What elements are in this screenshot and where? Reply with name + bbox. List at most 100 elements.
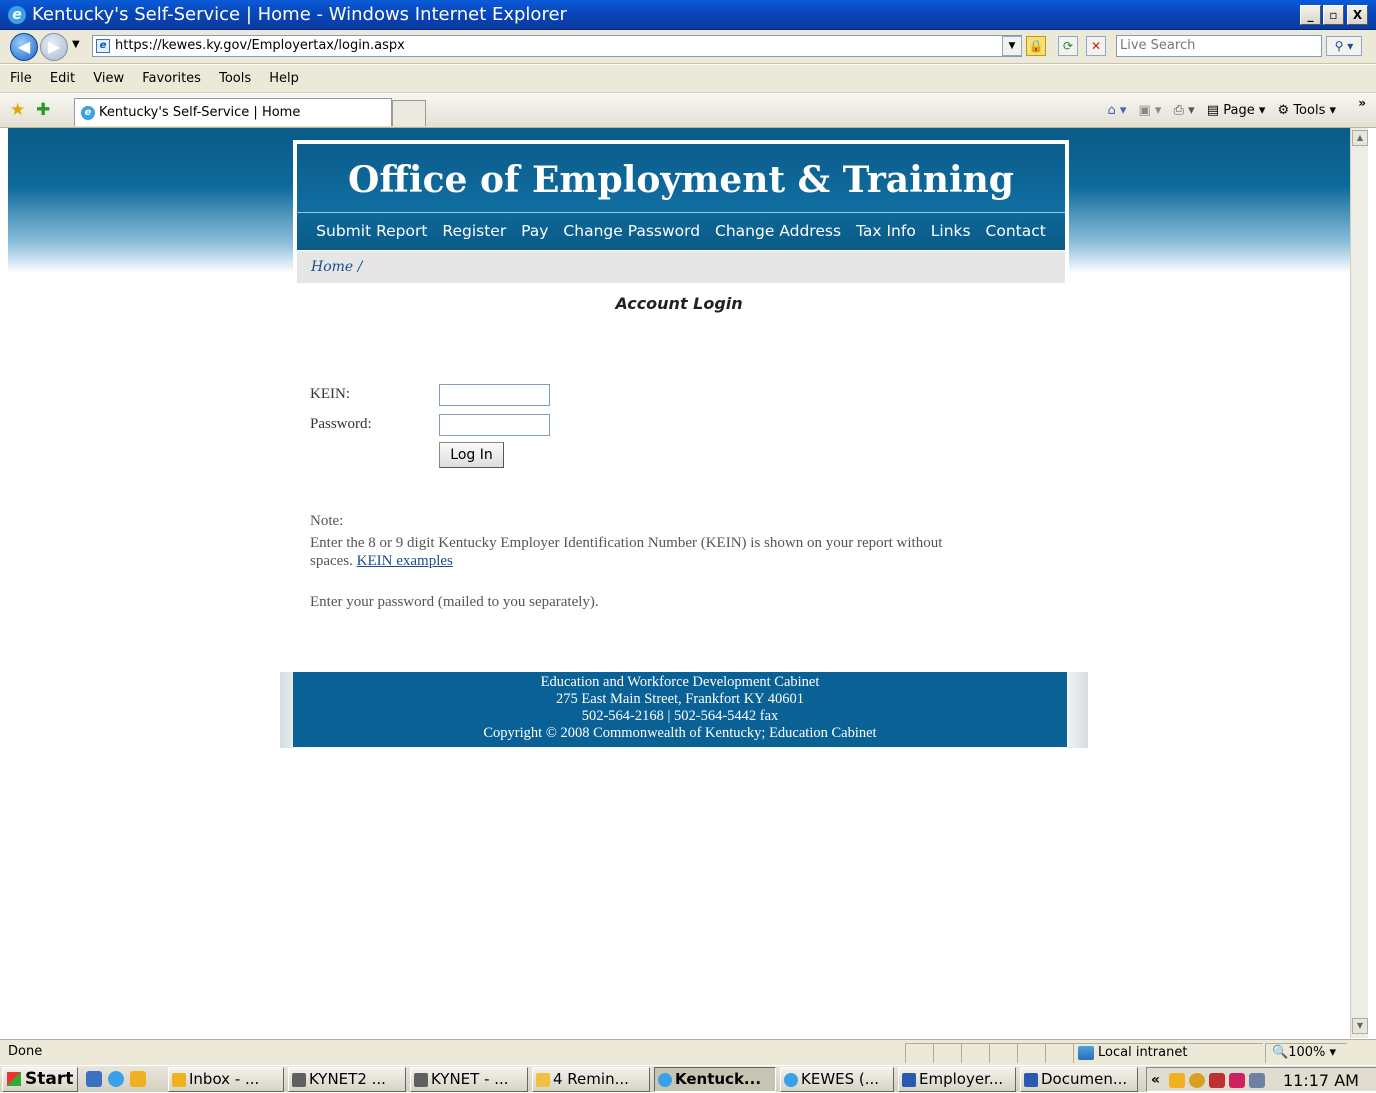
status-cell [1045, 1043, 1073, 1063]
nav-tax-info[interactable]: Tax Info [856, 222, 916, 240]
lock-icon[interactable]: 🔒 [1026, 36, 1046, 56]
forward-icon[interactable]: ▶ [40, 33, 68, 61]
task-kynet2[interactable]: KYNET2 ... [288, 1067, 406, 1092]
task-reminders[interactable]: 4 Remin... [532, 1067, 650, 1092]
login-button[interactable]: Log In [439, 442, 504, 468]
tray-app-icon[interactable] [1229, 1073, 1245, 1088]
breadcrumb[interactable]: Home / [297, 251, 1065, 283]
add-favorites-icon[interactable]: ✚ [36, 100, 50, 120]
taskbar: Start Inbox - ... KYNET2 ... KYNET - ...… [0, 1065, 1376, 1092]
address-url: https://kewes.ky.gov/Employertax/login.a… [115, 38, 405, 53]
window-title-bar: e Kentucky's Self-Service | Home - Windo… [0, 0, 1376, 30]
address-bar[interactable]: e https://kewes.ky.gov/Employertax/login… [92, 35, 1022, 57]
tray-pen-icon[interactable] [1249, 1073, 1265, 1088]
tools-menu[interactable]: ⚙ Tools ▾ [1278, 103, 1336, 118]
nav-change-password[interactable]: Change Password [563, 222, 700, 240]
start-label: Start [25, 1069, 74, 1089]
zoom-level: 100% [1288, 1045, 1326, 1060]
command-bar: ⌂ ▾ ▣ ▾ ⎙ ▾ ▤ Page ▾ ⚙ Tools ▾ [1107, 100, 1336, 122]
status-text: Done [8, 1044, 43, 1059]
search-icon[interactable]: ⚲ ▾ [1326, 36, 1362, 56]
page-menu[interactable]: ▤ Page ▾ [1207, 103, 1266, 118]
menu-help[interactable]: Help [269, 71, 299, 86]
feeds-icon[interactable]: ▣ ▾ [1139, 103, 1162, 118]
history-dropdown-icon[interactable]: ▼ [72, 39, 80, 50]
task-document[interactable]: Documen... [1020, 1067, 1138, 1092]
terminal-icon [414, 1073, 428, 1087]
tray-security-icon[interactable] [1189, 1073, 1205, 1088]
terminal-icon [292, 1073, 306, 1087]
close-button[interactable]: X [1347, 5, 1368, 25]
quicklaunch-outlook-icon[interactable] [130, 1071, 146, 1087]
zoom-icon: 🔍 [1272, 1045, 1289, 1060]
bell-icon [536, 1073, 550, 1087]
scroll-up-icon[interactable]: ▲ [1352, 130, 1368, 146]
home-icon[interactable]: ⌂ ▾ [1107, 103, 1126, 118]
kein-examples-link[interactable]: KEIN examples [357, 553, 453, 569]
site-footer: Education and Workforce Development Cabi… [293, 672, 1067, 747]
task-kewes[interactable]: KEWES (... [780, 1067, 894, 1092]
window-title: Kentucky's Self-Service | Home - Windows… [32, 4, 567, 25]
nav-pay[interactable]: Pay [521, 222, 548, 240]
nav-submit-report[interactable]: Submit Report [316, 222, 427, 240]
site-header: Office of Employment & Training Submit R… [293, 140, 1069, 283]
task-kynet[interactable]: KYNET - ... [410, 1067, 528, 1092]
footer-line-2: 275 East Main Street, Frankfort KY 40601 [556, 691, 804, 707]
minimize-button[interactable]: _ [1300, 5, 1321, 25]
task-kentucky[interactable]: Kentuck... [654, 1067, 776, 1092]
password-input[interactable] [439, 414, 550, 436]
site-nav: Submit Report Register Pay Change Passwo… [297, 212, 1065, 250]
status-cell [1017, 1043, 1045, 1063]
vertical-scrollbar[interactable]: ▲ ▼ [1350, 128, 1368, 1038]
zoom-control[interactable]: 🔍100% ▾ [1265, 1043, 1347, 1063]
menu-edit[interactable]: Edit [50, 71, 75, 86]
kein-note-line2: spaces. KEIN examples [310, 553, 453, 570]
nav-contact[interactable]: Contact [986, 222, 1046, 240]
task-employer[interactable]: Employer... [898, 1067, 1016, 1092]
nav-register[interactable]: Register [442, 222, 506, 240]
footer-line-3: 502-564-2168 | 502-564-5442 fax [581, 708, 779, 724]
security-zone[interactable]: Local intranet [1073, 1043, 1263, 1063]
menu-view[interactable]: View [93, 71, 124, 86]
system-tray: « 11:17 AM [1146, 1067, 1376, 1092]
menu-file[interactable]: File [10, 71, 32, 86]
new-tab-button[interactable] [392, 100, 426, 126]
print-icon[interactable]: ⎙ ▾ [1174, 103, 1195, 118]
outlook-icon [172, 1073, 186, 1087]
clock[interactable]: 11:17 AM [1283, 1068, 1359, 1093]
word-icon [1024, 1073, 1038, 1087]
kein-note-line1: Enter the 8 or 9 digit Kentucky Employer… [310, 535, 943, 551]
scroll-down-icon[interactable]: ▼ [1352, 1018, 1368, 1034]
chevron-more-icon[interactable]: » [1358, 96, 1366, 110]
page-icon: e [96, 39, 110, 53]
intranet-icon [1078, 1046, 1094, 1060]
search-input[interactable]: Live Search [1116, 35, 1322, 57]
menu-favorites[interactable]: Favorites [142, 71, 201, 86]
nav-change-address[interactable]: Change Address [715, 222, 841, 240]
nav-links[interactable]: Links [931, 222, 971, 240]
kein-input[interactable] [439, 384, 550, 406]
tray-network-icon[interactable] [1209, 1073, 1225, 1088]
start-button[interactable]: Start [2, 1067, 78, 1092]
favorites-star-icon[interactable]: ★ [10, 100, 25, 120]
password-note: Enter your password (mailed to you separ… [310, 594, 599, 610]
menu-tools[interactable]: Tools [219, 71, 251, 86]
stop-icon[interactable]: ✕ [1086, 36, 1106, 56]
maximize-button[interactable]: ▫ [1323, 5, 1344, 25]
address-dropdown-icon[interactable]: ▼ [1002, 36, 1022, 56]
back-icon[interactable]: ◀ [10, 33, 38, 61]
status-cell [989, 1043, 1017, 1063]
status-cell [905, 1043, 933, 1063]
tray-expand-icon[interactable]: « [1151, 1068, 1160, 1093]
ie-icon [658, 1073, 672, 1087]
tray-outlook-icon[interactable] [1169, 1073, 1185, 1088]
zone-label: Local intranet [1098, 1045, 1188, 1060]
status-bar: Done Local intranet 🔍100% ▾ [0, 1039, 1376, 1065]
page-title: Account Login [615, 294, 743, 313]
quicklaunch-ie-icon[interactable] [108, 1071, 124, 1087]
word-icon [902, 1073, 916, 1087]
quicklaunch-desktop-icon[interactable] [86, 1071, 102, 1087]
task-inbox[interactable]: Inbox - ... [168, 1067, 284, 1092]
tab-kentucky-home[interactable]: e Kentucky's Self-Service | Home [74, 98, 392, 126]
refresh-icon[interactable]: ⟳ [1058, 36, 1078, 56]
